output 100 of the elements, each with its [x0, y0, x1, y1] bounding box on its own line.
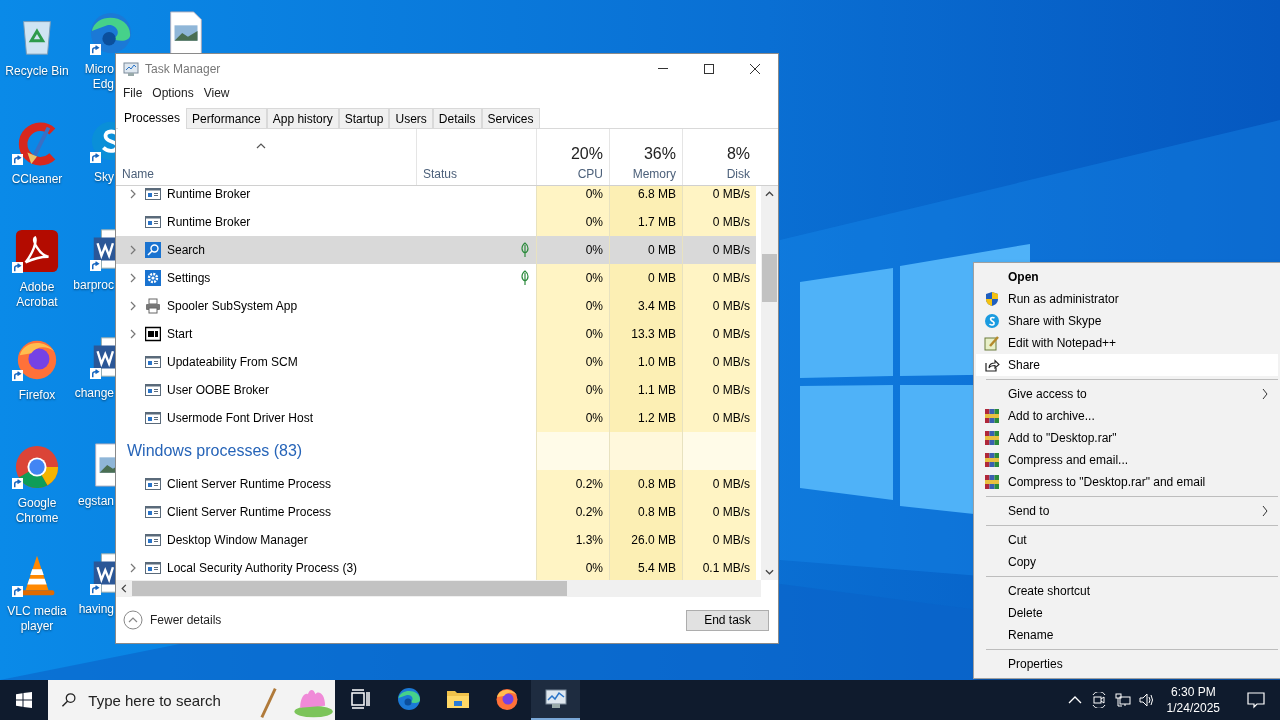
cpu-value: 0%	[585, 215, 603, 229]
cpu-value: 0%	[585, 355, 603, 369]
menu-item[interactable]: Create shortcut	[976, 580, 1278, 602]
close-icon	[750, 63, 760, 74]
network-icon[interactable]	[1114, 692, 1131, 708]
menu-item[interactable]: Cut	[976, 529, 1278, 551]
icon-label[interactable]: Recycle Bin	[0, 64, 74, 79]
chevron-right-icon[interactable]	[130, 273, 136, 283]
tab[interactable]: Services	[481, 108, 540, 128]
scroll-thumb[interactable]	[132, 581, 567, 596]
icon-label[interactable]: Google Chrome	[0, 496, 74, 526]
memory-value: 13.3 MB	[631, 327, 676, 341]
column-header[interactable]: Disk	[726, 167, 750, 181]
chevron-right-icon[interactable]	[130, 301, 136, 311]
menu-item[interactable]: Give access to	[976, 383, 1278, 405]
clock-time[interactable]: 6:30 PM	[1170, 684, 1216, 700]
column-header[interactable]: Name	[122, 167, 410, 181]
search-bar[interactable]: Type here to search	[48, 680, 335, 720]
icon-label[interactable]: CCleaner	[0, 172, 74, 187]
camera-icon[interactable]	[1090, 692, 1107, 708]
menu-item[interactable]: View	[198, 86, 235, 100]
menu-item[interactable]: Add to archive...	[976, 405, 1278, 427]
menu-item[interactable]: Edit with Notepad++	[976, 332, 1278, 354]
notepad-icon	[984, 335, 1000, 351]
menu-item[interactable]: Run as administrator	[976, 288, 1278, 310]
column-header[interactable]: Status	[423, 167, 530, 181]
process-row[interactable]: Client Server Runtime Process 0.2% 0.8 MB 0 MB/s	[116, 498, 756, 526]
tab[interactable]: Details	[432, 108, 482, 128]
window-icon	[145, 186, 161, 202]
end-task-button[interactable]: End task	[686, 609, 769, 631]
icon-label[interactable]: having	[78, 602, 114, 617]
menu-item[interactable]: Compress and email...	[976, 449, 1278, 471]
window-icon	[145, 382, 161, 398]
menu-item[interactable]: Copy	[976, 551, 1278, 573]
chevron-right-icon[interactable]	[130, 329, 136, 339]
menu-item[interactable]: Properties	[976, 653, 1278, 675]
horizontal-scrollbar[interactable]	[116, 580, 761, 597]
menu-item[interactable]: Open	[976, 266, 1278, 288]
menu-item[interactable]: Compress to "Desktop.rar" and email	[976, 471, 1278, 493]
icon-label[interactable]: barproc	[73, 278, 114, 293]
process-row[interactable]: Desktop Window Manager 1.3% 26.0 MB 0 MB/s	[116, 526, 756, 554]
column-header[interactable]: CPU	[577, 167, 603, 181]
disk-value: 0 MB/s	[712, 243, 750, 257]
process-row[interactable]: Search 0% 0 MB 0 MB/s	[116, 236, 756, 264]
menu-item[interactable]: Rename	[976, 624, 1278, 646]
icon-label[interactable]: Sky	[94, 170, 114, 185]
menu-item[interactable]: File	[118, 86, 148, 100]
icon-label[interactable]: VLC media player	[0, 604, 74, 634]
scroll-thumb[interactable]	[762, 254, 777, 302]
tab[interactable]: Users	[389, 108, 433, 128]
scroll-left-icon[interactable]	[121, 584, 127, 593]
process-name: Start	[167, 327, 193, 341]
cpu-value: 1.3%	[575, 533, 603, 547]
tab[interactable]: Startup	[338, 108, 390, 128]
process-row[interactable]: Start 0% 13.3 MB 0 MB/s	[116, 320, 756, 348]
process-row[interactable]: Runtime Broker 0% 6.8 MB 0 MB/s	[116, 186, 756, 208]
process-row[interactable]: Spooler SubSystem App 0% 3.4 MB 0 MB/s	[116, 292, 756, 320]
swirl-globe-icon	[88, 10, 134, 56]
tab[interactable]: App history	[266, 108, 339, 128]
tab[interactable]: Performance	[186, 108, 267, 128]
fox-globe-icon	[494, 687, 519, 711]
vertical-scrollbar[interactable]	[761, 186, 778, 580]
menu-item[interactable]: Share with Skype	[976, 310, 1278, 332]
notification-icon[interactable]	[1246, 690, 1266, 710]
icon-label[interactable]: Adobe Acrobat	[0, 280, 74, 310]
column-header[interactable]: Memory	[632, 167, 676, 181]
process-row[interactable]: Local Security Authority Process (3) 0% 5.4 MB 0.1 MB/s	[116, 554, 756, 580]
process-row[interactable]: Client Server Runtime Process 0.2% 0.8 MB 0 MB/s	[116, 470, 756, 498]
memory-value: 0 MB	[648, 271, 676, 285]
scroll-down-icon[interactable]	[765, 569, 774, 575]
menu-item[interactable]: Delete	[976, 602, 1278, 624]
volume-icon[interactable]	[1138, 692, 1155, 708]
menu-item[interactable]: Send to	[976, 500, 1278, 522]
icon-label[interactable]: change	[74, 386, 114, 401]
clock-date[interactable]: 1/24/2025	[1166, 700, 1220, 716]
menu-item[interactable]: Share	[976, 354, 1278, 376]
menu-item[interactable]: Add to "Desktop.rar"	[976, 427, 1278, 449]
menu-item[interactable]: Options	[147, 86, 199, 100]
process-row[interactable]: Settings 0% 0 MB 0 MB/s	[116, 264, 756, 292]
chevron-right-icon[interactable]	[130, 245, 136, 255]
icon-label[interactable]: Edg	[92, 77, 114, 92]
archive-books-icon	[984, 408, 1000, 424]
icon-label[interactable]: egstan	[77, 494, 114, 509]
chevron-right-icon[interactable]	[130, 563, 136, 573]
cpu-value: 0%	[585, 561, 603, 575]
cpu-value: 0.2%	[575, 505, 603, 519]
taskbar-app[interactable]	[531, 680, 580, 720]
process-row[interactable]: User OOBE Broker 0% 1.1 MB 0 MB/s	[116, 376, 756, 404]
search-field[interactable]: Type here to search	[88, 691, 259, 709]
process-row[interactable]: Updateability From SCM 0% 1.0 MB 0 MB/s	[116, 348, 756, 376]
icon-label[interactable]: Firefox	[0, 388, 74, 403]
disk-value: 0 MB/s	[712, 327, 750, 341]
cpu-value: 0%	[585, 271, 603, 285]
chevron-right-icon[interactable]	[130, 189, 136, 199]
memory-value: 0.8 MB	[638, 505, 676, 519]
scroll-up-icon[interactable]	[765, 191, 774, 197]
fewer-details-link[interactable]: Fewer details	[123, 610, 222, 630]
process-row[interactable]: Runtime Broker 0% 1.7 MB 0 MB/s	[116, 208, 756, 236]
icon-label[interactable]: Micro	[84, 62, 114, 77]
process-row[interactable]: Usermode Font Driver Host 0% 1.2 MB 0 MB/s	[116, 404, 756, 432]
